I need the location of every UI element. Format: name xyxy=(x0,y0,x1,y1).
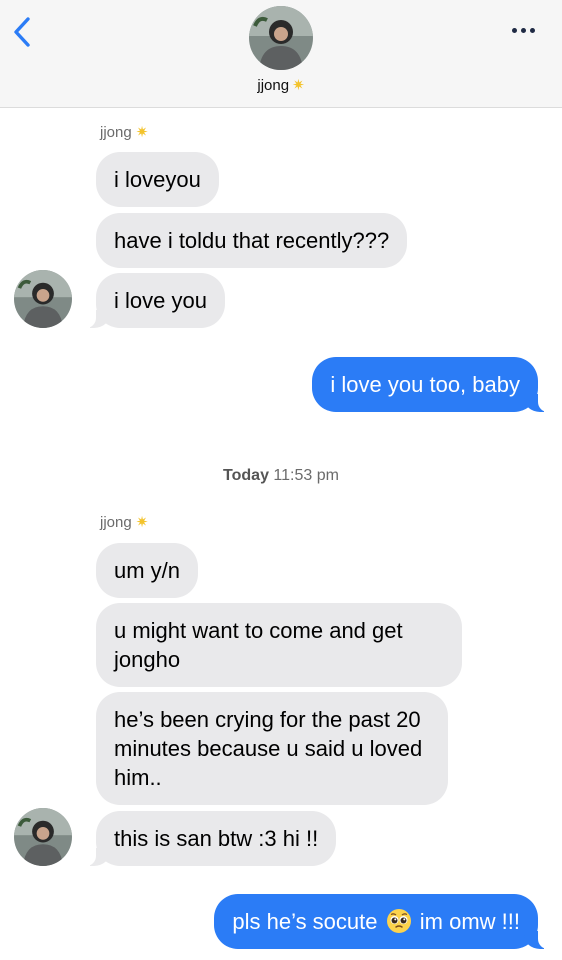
sender-label: jjong ✷ xyxy=(100,514,149,531)
incoming-message[interactable]: he’s been crying for the past 20 minutes… xyxy=(96,692,448,805)
contact-name-row[interactable]: jjong ✷ xyxy=(0,76,562,94)
contact-avatar[interactable] xyxy=(249,6,313,70)
chat-header: jjong ✷ xyxy=(0,0,562,108)
contact-name: jjong xyxy=(257,77,290,94)
more-options-button[interactable] xyxy=(512,20,540,40)
incoming-message[interactable]: i love you xyxy=(82,273,225,328)
chevron-left-icon xyxy=(14,17,30,47)
outgoing-message[interactable]: i love you too, baby xyxy=(312,357,552,412)
incoming-message[interactable]: this is san btw :3 hi !! xyxy=(81,811,337,866)
avatar-photo xyxy=(249,6,313,70)
sender-avatar[interactable] xyxy=(14,270,72,328)
back-button[interactable] xyxy=(8,14,38,50)
incoming-message[interactable]: um y/n xyxy=(96,543,199,598)
incoming-message[interactable]: have i toldu that recently??? xyxy=(96,213,408,268)
message-timestamp: Today 11:53 pm xyxy=(223,467,339,484)
sparkle-star-icon: ✷ xyxy=(135,124,149,141)
incoming-message[interactable]: i loveyou xyxy=(96,152,219,207)
sender-avatar[interactable] xyxy=(14,808,72,866)
sender-label: jjong ✷ xyxy=(100,124,149,141)
avatar-photo xyxy=(14,270,72,328)
incoming-message[interactable]: u might want to come and get jongho xyxy=(96,603,462,687)
sparkle-star-icon: ✷ xyxy=(292,77,305,94)
ellipsis-icon xyxy=(512,27,517,33)
pleading-face-icon xyxy=(386,909,411,933)
outgoing-message[interactable]: pls he’s socute im omw !!! xyxy=(214,894,552,949)
avatar-photo xyxy=(14,808,72,866)
sparkle-star-icon: ✷ xyxy=(135,514,149,531)
